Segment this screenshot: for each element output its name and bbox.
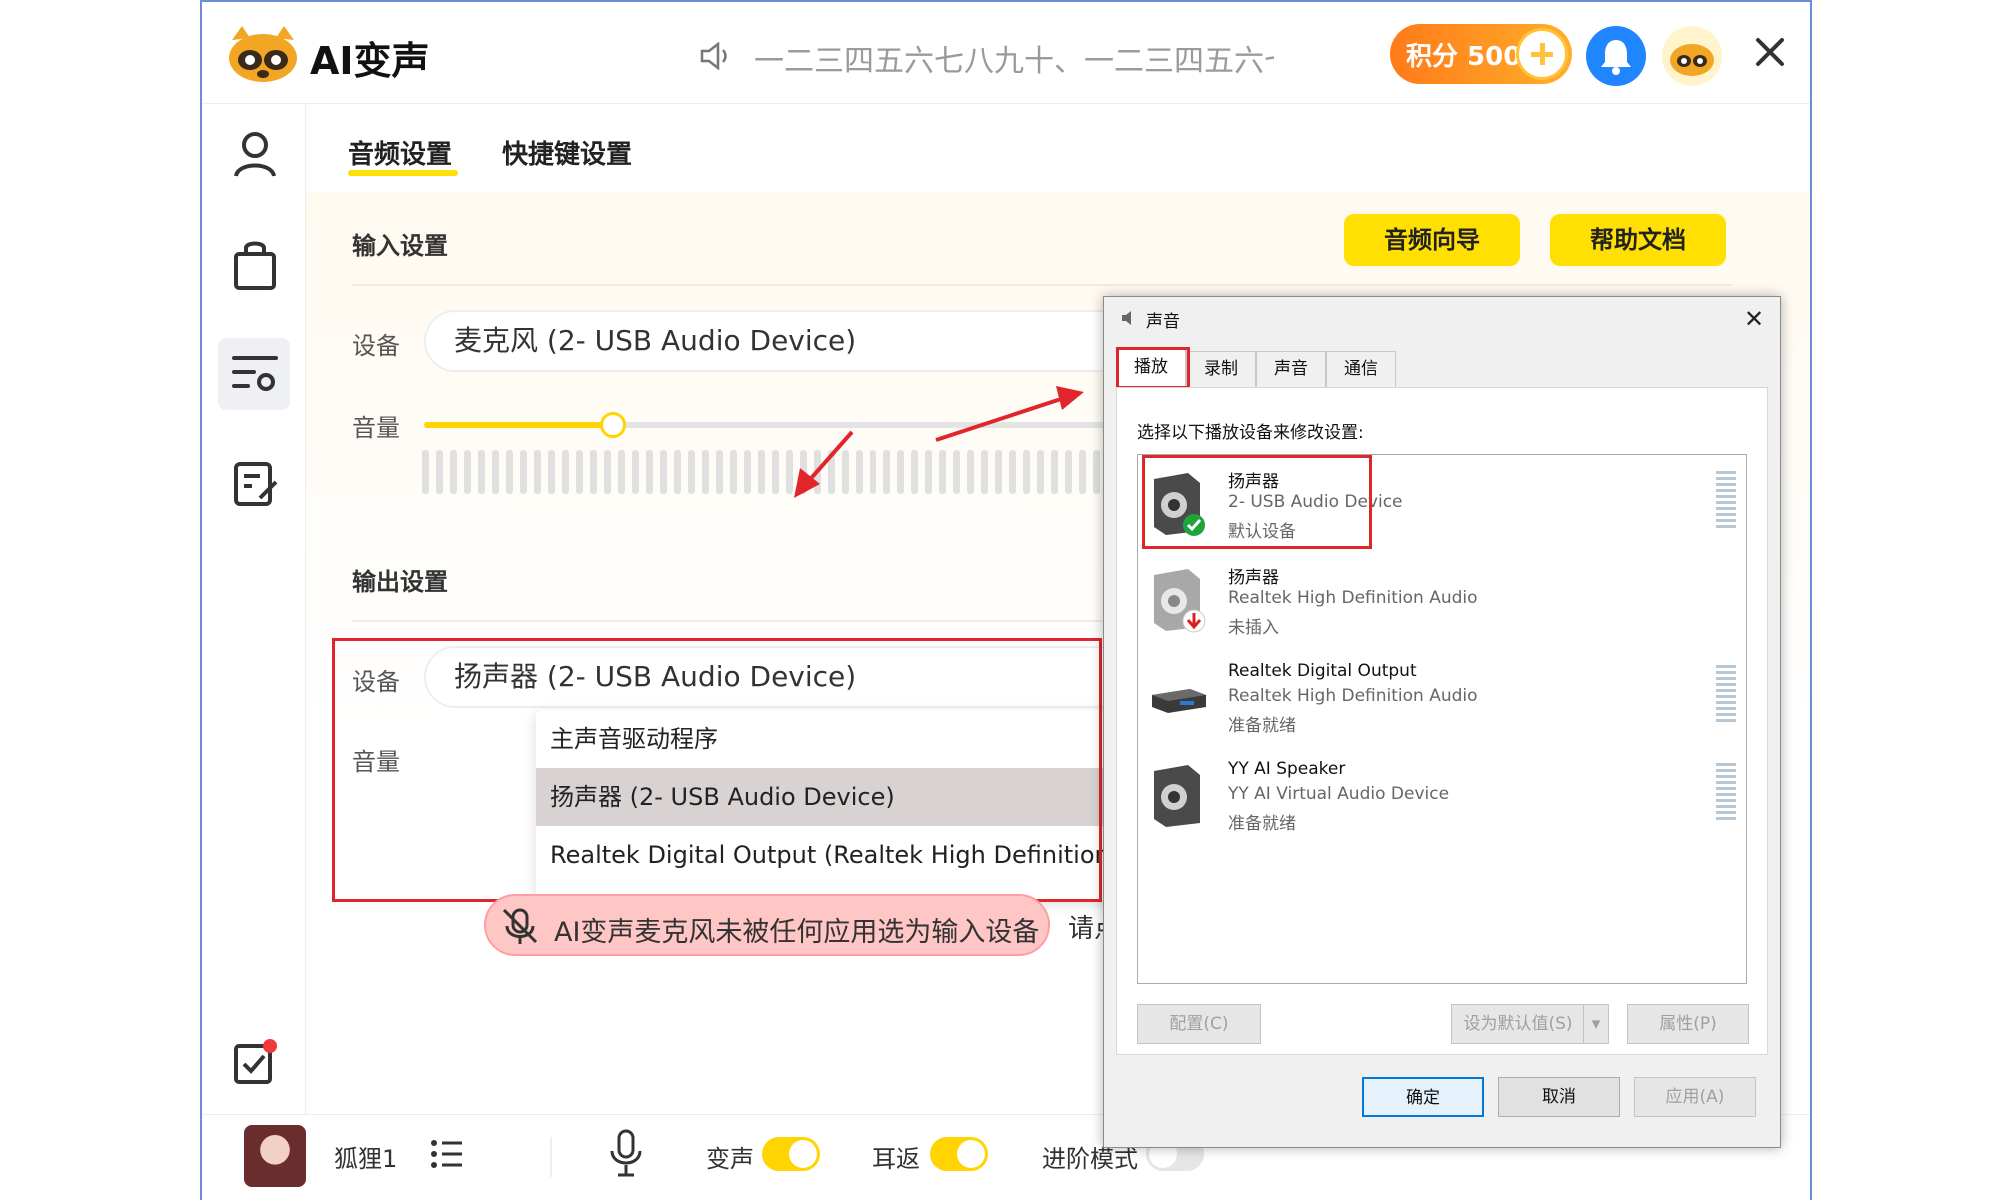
divider <box>550 1137 552 1177</box>
sidebar <box>202 104 306 1114</box>
device-name: Realtek Digital Output <box>1228 661 1417 681</box>
app-title: AI变声 <box>310 39 430 83</box>
speaker-unplugged-icon <box>1154 569 1206 633</box>
digital-output-icon <box>1152 689 1206 713</box>
playback-instruction: 选择以下播放设备来修改设置: <box>1137 423 1364 443</box>
add-points-icon[interactable] <box>1516 28 1568 80</box>
user-avatar[interactable] <box>1662 26 1722 86</box>
sound-dialog: 声音 ✕ 播放 录制 声音 通信 选择以下播放设备来修改设置: 扬声器 2- U… <box>1103 296 1781 1148</box>
user-icon <box>234 132 276 177</box>
settings-tabs: 音频设置 快捷键设置 <box>306 104 1810 194</box>
configure-button[interactable]: 配置(C) <box>1137 1004 1261 1044</box>
settings-list-icon <box>232 356 278 391</box>
device-level-meter <box>1716 471 1736 531</box>
tab-hotkey-settings[interactable]: 快捷键设置 <box>502 134 632 171</box>
list-item[interactable]: YY AI Speaker YY AI Virtual Audio Device… <box>1138 749 1746 843</box>
microphone-icon[interactable] <box>608 1129 644 1179</box>
annotation-highlight-box <box>1116 347 1190 389</box>
playback-panel: 选择以下播放设备来修改设置: 扬声器 2- USB Audio Device 默… <box>1116 387 1768 1055</box>
voice-change-toggle[interactable] <box>762 1137 820 1171</box>
list-item[interactable]: Realtek Digital Output Realtek High Defi… <box>1138 651 1746 745</box>
list-icon[interactable] <box>430 1137 464 1171</box>
title-bar: AI变声 一二三四五六七八九十、一二三四五六七八 积分 500 <box>202 2 1810 104</box>
dialog-title: 声音 <box>1146 312 1180 332</box>
device-status: 准备就绪 <box>1228 716 1296 736</box>
monitor-label: 耳返 <box>872 1145 920 1173</box>
voice-avatar[interactable] <box>244 1125 306 1187</box>
tab-recording[interactable]: 录制 <box>1186 351 1256 387</box>
tab-audio-settings[interactable]: 音频设置 <box>348 134 452 171</box>
device-name: YY AI Speaker <box>1228 759 1346 779</box>
ok-button[interactable]: 确定 <box>1362 1077 1484 1117</box>
sidebar-item-settings[interactable] <box>218 338 290 410</box>
device-driver: Realtek High Definition Audio <box>1228 686 1478 706</box>
tab-communications[interactable]: 通信 <box>1326 351 1396 387</box>
arrow-to-dialog-device <box>935 396 1065 442</box>
announcement-speaker-icon <box>700 42 727 70</box>
voice-change-label: 变声 <box>706 1145 754 1173</box>
device-driver: YY AI Virtual Audio Device <box>1228 784 1450 804</box>
announcement-marquee[interactable]: 一二三四五六七八九十、一二三四五六七八 <box>754 36 1274 80</box>
notification-bell-icon[interactable] <box>1586 26 1646 86</box>
active-tab-indicator <box>348 170 458 176</box>
device-driver: Realtek High Definition Audio <box>1228 588 1478 608</box>
device-level-meter <box>1716 763 1736 823</box>
arrow-to-output-select <box>804 430 854 486</box>
sidebar-item-tasks[interactable] <box>218 1026 290 1098</box>
points-label: 积分 500 <box>1406 41 1522 72</box>
list-item[interactable]: 扬声器 Realtek High Definition Audio 未插入 <box>1138 553 1746 647</box>
shopping-bag-icon <box>234 241 276 290</box>
device-status: 准备就绪 <box>1228 814 1296 834</box>
sidebar-item-profile[interactable] <box>218 118 290 190</box>
task-check-icon <box>234 1039 277 1084</box>
tab-sounds[interactable]: 声音 <box>1256 351 1326 387</box>
sidebar-item-store[interactable] <box>218 228 290 300</box>
sidebar-item-notes[interactable] <box>218 448 290 520</box>
monitor-toggle[interactable] <box>930 1137 988 1171</box>
apply-button[interactable]: 应用(A) <box>1634 1077 1756 1117</box>
playback-device-list: 扬声器 2- USB Audio Device 默认设备 扬声器 Realtek… <box>1137 454 1747 984</box>
set-default-dropdown-arrow-icon[interactable]: ▾ <box>1583 1004 1609 1044</box>
sound-dialog-icon <box>1122 311 1131 325</box>
device-status: 未插入 <box>1228 618 1279 638</box>
dialog-close-icon[interactable]: ✕ <box>1744 305 1764 333</box>
voice-name: 狐狸1 <box>334 1145 398 1173</box>
speaker-icon <box>1154 765 1200 827</box>
points-button[interactable]: 积分 500 <box>1390 24 1572 84</box>
annotation-highlight-box <box>1142 455 1372 549</box>
set-default-button[interactable]: 设为默认值(S) <box>1451 1004 1585 1044</box>
device-name: 扬声器 <box>1228 568 1279 588</box>
raccoon-logo-icon <box>229 26 297 82</box>
edit-document-icon <box>234 462 278 506</box>
properties-button[interactable]: 属性(P) <box>1627 1004 1749 1044</box>
device-level-meter <box>1716 665 1736 725</box>
cancel-button[interactable]: 取消 <box>1498 1077 1620 1117</box>
close-icon[interactable] <box>1750 32 1790 72</box>
